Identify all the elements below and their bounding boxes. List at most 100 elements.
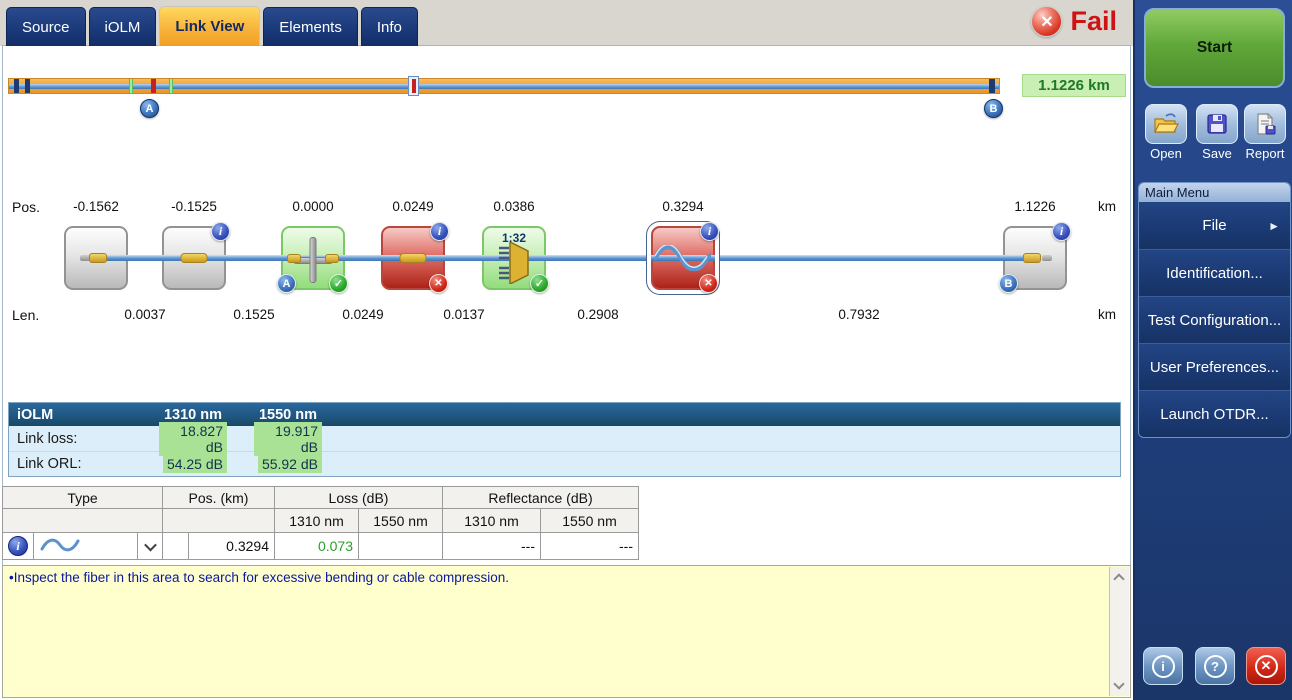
element-splice-fail[interactable]: i ✕ <box>381 226 445 290</box>
overview-end-tick <box>989 79 995 93</box>
info-badge-icon[interactable]: i <box>430 222 449 241</box>
menu-item-label: Test Configuration... <box>1148 312 1281 329</box>
link-loss-1310-value: 18.827 dB <box>159 422 227 456</box>
segment-length: 0.2908 <box>577 307 618 322</box>
save-button[interactable] <box>1196 104 1238 144</box>
overview-connector-tick <box>14 79 19 93</box>
exit-button[interactable]: ✕ <box>1246 647 1286 685</box>
save-button-group: Save <box>1192 104 1242 161</box>
connector-pair-icon <box>310 237 317 283</box>
len-row-label: Len. <box>12 307 39 323</box>
main-menu-title: Main Menu <box>1139 183 1290 202</box>
summary-title: iOLM <box>9 407 159 423</box>
element-connector-start[interactable] <box>64 226 128 290</box>
scroll-down-icon[interactable] <box>1113 678 1124 689</box>
detail-subheader-row: 1310 nm 1550 nm 1310 nm 1550 nm <box>3 509 639 533</box>
link-orl-label: Link ORL: <box>9 456 159 472</box>
test-status: ✕ Fail <box>1031 6 1117 37</box>
info-badge-icon[interactable]: i <box>8 536 28 556</box>
macrobend-icon <box>655 245 711 271</box>
element-connector-b[interactable]: i B <box>1003 226 1067 290</box>
menu-item-launch-otdr[interactable]: Launch OTDR... <box>1139 390 1290 437</box>
type-column-header: Type <box>3 487 163 509</box>
element-connector-a[interactable]: A ✓ <box>281 226 345 290</box>
selected-element-row[interactable]: i 0.3294 0.073 1.272 --- --- <box>3 533 639 560</box>
open-folder-icon <box>1152 112 1180 136</box>
info-badge-icon[interactable]: i <box>211 222 230 241</box>
submenu-arrow-icon: ► <box>1268 219 1280 233</box>
status-text: Fail <box>1070 6 1117 37</box>
refl-1550-header: 1550 nm <box>541 509 639 533</box>
tab-iolm[interactable]: iOLM <box>89 7 157 46</box>
segment-length: 0.0137 <box>443 307 484 322</box>
menu-item-file[interactable]: File ► <box>1139 202 1290 249</box>
total-length-label: 1.1226 km <box>1022 74 1126 97</box>
tab-info[interactable]: Info <box>361 7 418 46</box>
close-icon: ✕ <box>1255 655 1278 678</box>
macrobend-type-icon <box>39 536 81 554</box>
splice-icon <box>181 253 208 263</box>
element-splice-1[interactable]: i <box>162 226 226 290</box>
detail-header-row: Type Pos. (km) Loss (dB) Reflectance (dB… <box>3 487 639 509</box>
fail-x-icon: ✕ <box>1031 6 1062 37</box>
fail-x-icon: ✕ <box>429 274 448 293</box>
tab-elements[interactable]: Elements <box>263 7 358 46</box>
overview-fail-tick <box>151 79 156 93</box>
loss-column-header: Loss (dB) <box>275 487 443 509</box>
about-button[interactable]: i <box>1143 647 1183 685</box>
refl-1310-header: 1310 nm <box>443 509 541 533</box>
type-dropdown[interactable] <box>138 533 163 560</box>
link-overview-bar[interactable] <box>8 78 1000 94</box>
menu-item-label: File <box>1202 217 1226 234</box>
report-button-group: Report <box>1240 104 1290 161</box>
pass-check-icon: ✓ <box>530 274 549 293</box>
link-orl-1310-value: 54.25 dB <box>163 455 227 473</box>
overview-connector-tick <box>25 79 30 93</box>
sidebar: Start Open Save <box>1133 0 1292 700</box>
report-button[interactable] <box>1244 104 1286 144</box>
info-badge-icon[interactable]: i <box>1052 222 1071 241</box>
iolm-application-window: Source iOLM Link View Elements Info ✕ Fa… <box>0 0 1292 700</box>
scroll-up-icon[interactable] <box>1113 573 1124 584</box>
refl-1550-value: --- <box>541 533 639 560</box>
menu-item-test-configuration[interactable]: Test Configuration... <box>1139 296 1290 343</box>
help-button[interactable]: ? <box>1195 647 1235 685</box>
element-splitter[interactable]: 1:32 ✓ <box>482 226 546 290</box>
start-button[interactable]: Start <box>1144 8 1285 88</box>
segment-length: 0.7932 <box>838 307 879 322</box>
element-position: 0.0000 <box>292 199 333 214</box>
element-position: -0.1562 <box>73 199 119 214</box>
connector-icon <box>80 253 110 263</box>
pos-unit-label: km <box>1098 199 1116 214</box>
element-macrobend-selected[interactable]: i ✕ <box>651 226 715 290</box>
info-badge-icon[interactable]: i <box>700 222 719 241</box>
menu-item-identification[interactable]: Identification... <box>1139 249 1290 296</box>
menu-item-label: Identification... <box>1166 265 1263 282</box>
segment-length: 0.0037 <box>124 307 165 322</box>
overview-pass-tick <box>169 79 173 93</box>
info-icon: i <box>1152 655 1175 678</box>
connector-ferrule-icon <box>325 254 339 263</box>
message-scrollbar[interactable] <box>1109 567 1129 696</box>
tab-source[interactable]: Source <box>6 7 86 46</box>
overview-selected-element-marker[interactable] <box>408 76 419 96</box>
connector-ferrule-icon <box>287 254 301 263</box>
element-pos-value: 0.3294 <box>189 533 275 560</box>
pos-row-label: Pos. <box>12 199 40 215</box>
help-icon: ? <box>1204 655 1227 678</box>
menu-item-user-preferences[interactable]: User Preferences... <box>1139 343 1290 390</box>
overview-pass-tick <box>129 79 133 93</box>
save-floppy-icon <box>1205 112 1229 136</box>
open-button[interactable] <box>1145 104 1187 144</box>
element-position: 1.1226 <box>1014 199 1055 214</box>
splice-icon <box>400 253 427 263</box>
main-menu: Main Menu File ► Identification... Test … <box>1138 182 1291 438</box>
diagnostic-message-area: •Inspect the fiber in this area to searc… <box>2 565 1131 698</box>
marker-a-badge: A <box>277 274 296 293</box>
link-loss-row: Link loss: 18.827 dB 19.917 dB <box>9 426 1120 451</box>
diagnostic-message-text: •Inspect the fiber in this area to searc… <box>3 566 1130 589</box>
element-position: -0.1525 <box>171 199 217 214</box>
tab-link-view[interactable]: Link View <box>159 6 260 46</box>
loss-1310-header: 1310 nm <box>275 509 359 533</box>
chevron-down-icon <box>144 539 157 552</box>
